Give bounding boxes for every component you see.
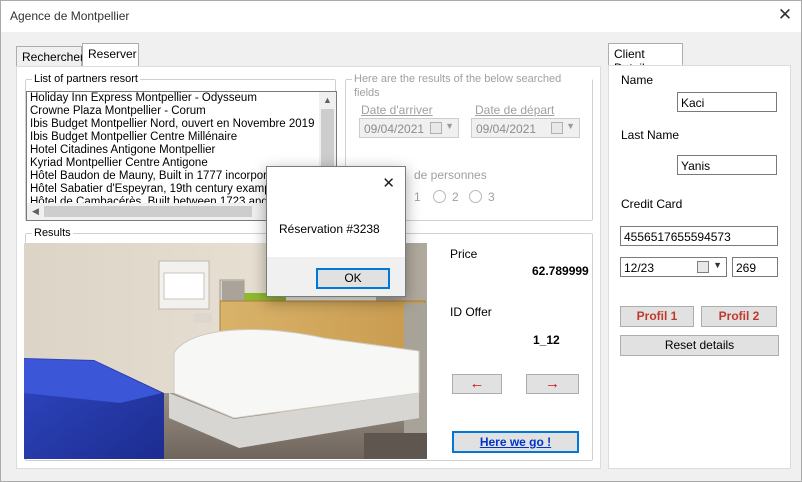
price-label: Price	[450, 247, 478, 261]
persons-label: de personnes	[414, 168, 487, 182]
name-field[interactable]: Kaci	[677, 92, 777, 112]
last-name-value: Yanis	[681, 159, 711, 173]
dialog-message: Réservation #3238	[279, 222, 380, 236]
calendar-icon	[697, 261, 709, 273]
chevron-down-icon: ▼	[445, 121, 454, 131]
search-group-label: Here are the results of the below search…	[352, 72, 592, 100]
arrival-date-label: Date d'arriver	[361, 103, 433, 117]
card-cvv-field[interactable]: 269	[732, 257, 778, 277]
price-value: 62.789999	[532, 264, 589, 278]
previous-offer-button[interactable]: ←	[452, 374, 502, 394]
results-group-label: Results	[32, 226, 73, 240]
partners-group-label: List of partners resort	[32, 72, 140, 86]
last-name-label: Last Name	[621, 128, 680, 142]
departure-date-value: 09/04/2021	[476, 122, 537, 136]
persons-option-3-label: 3	[488, 190, 495, 204]
card-expiry-picker[interactable]: 12/23 ▼	[620, 257, 727, 277]
here-we-go-button[interactable]: Here we go !	[452, 431, 579, 453]
id-offer-value: 1_12	[533, 333, 560, 347]
departure-date-picker[interactable]: 09/04/2021 ▼	[471, 118, 580, 138]
arrival-date-picker[interactable]: 09/04/2021 ▼	[359, 118, 459, 138]
tab-label: Reserver	[88, 47, 137, 61]
scroll-thumb[interactable]	[44, 206, 252, 217]
name-label: Name	[621, 73, 654, 87]
list-item[interactable]: Ibis Budget Montpellier Centre Millénair…	[27, 131, 336, 144]
profile-2-button[interactable]: Profil 2	[701, 306, 777, 327]
persons-option-2-label: 2	[452, 190, 459, 204]
close-icon[interactable]: ✕	[777, 6, 793, 24]
list-item[interactable]: Hotel Citadines Antigone Montpellier	[27, 144, 336, 157]
tab-rechercher[interactable]: Rechercher	[16, 46, 85, 67]
scroll-up-icon[interactable]: ▲	[319, 92, 336, 109]
dialog-footer: OK	[267, 257, 405, 296]
id-offer-label: ID Offer	[450, 305, 492, 319]
name-value: Kaci	[681, 96, 705, 110]
persons-option-1-label: 1	[414, 190, 421, 204]
here-we-go-label: Here we go !	[479, 435, 552, 449]
last-name-field[interactable]: Yanis	[677, 155, 777, 175]
card-expiry-value: 12/23	[624, 261, 655, 275]
ok-button[interactable]: OK	[316, 268, 390, 289]
arrow-right-icon: →	[545, 375, 560, 392]
list-item[interactable]: Crowne Plaza Montpellier - Corum	[27, 105, 336, 118]
title-bar: Agence de Montpellier ✕	[1, 1, 801, 32]
calendar-icon	[430, 122, 442, 134]
card-number-field[interactable]: 4556517655594573	[620, 226, 778, 246]
arrow-left-icon: ←	[469, 375, 485, 392]
window-title: Agence de Montpellier	[10, 9, 130, 23]
chevron-down-icon: ▼	[566, 121, 575, 131]
card-cvv-value: 269	[736, 261, 757, 275]
credit-card-label: Credit Card	[621, 197, 683, 211]
client-details-panel: Name Kaci Last Name Yanis Credit Card 45…	[608, 65, 791, 469]
tab-reserver[interactable]: Reserver	[82, 43, 139, 66]
card-number-value: 4556517655594573	[624, 230, 731, 244]
next-offer-button[interactable]: →	[526, 374, 579, 394]
main-window: Agence de Montpellier ✕ Rechercher Reser…	[0, 0, 802, 482]
arrival-date-value: 09/04/2021	[364, 122, 425, 136]
reset-details-label: Reset details	[664, 338, 735, 352]
profile-1-button[interactable]: Profil 1	[620, 306, 694, 327]
calendar-icon	[551, 122, 563, 134]
chevron-down-icon: ▼	[713, 260, 722, 270]
persons-radio-3[interactable]	[469, 190, 482, 203]
list-item[interactable]: Ibis Budget Montpellier Nord, ouvert en …	[27, 118, 336, 131]
reservation-dialog: ✕ Réservation #3238 OK	[266, 166, 406, 297]
reset-details-button[interactable]: Reset details	[620, 335, 779, 356]
tab-client-details[interactable]: Client Details	[608, 43, 683, 75]
departure-date-label: Date de départ	[475, 103, 555, 117]
tab-label: Rechercher	[22, 50, 85, 64]
dialog-body: Réservation #3238	[267, 197, 405, 257]
ok-label: OK	[344, 271, 362, 285]
persons-radio-2[interactable]	[433, 190, 446, 203]
profile-1-label: Profil 1	[636, 309, 678, 323]
profile-2-label: Profil 2	[718, 309, 760, 323]
scroll-left-icon[interactable]: ◀	[27, 203, 44, 220]
list-item[interactable]: Holiday Inn Express Montpellier - Odysse…	[27, 92, 336, 105]
close-icon[interactable]: ✕	[382, 174, 395, 192]
